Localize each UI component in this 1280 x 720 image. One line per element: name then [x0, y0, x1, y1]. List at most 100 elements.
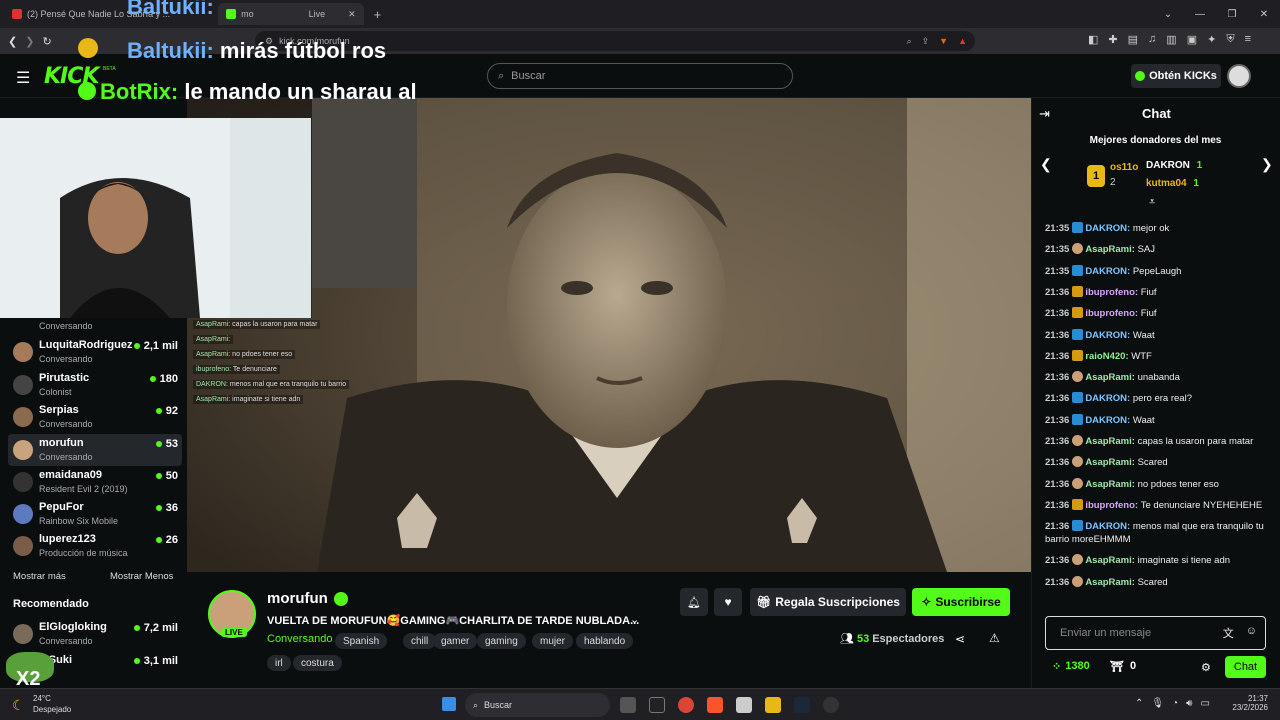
user-avatar[interactable]: [1227, 64, 1251, 88]
volume-icon[interactable]: 🔊︎: [1186, 698, 1192, 709]
chat-message[interactable]: 21:35 DAKRON: mejor ok: [1045, 222, 1270, 235]
stream-category[interactable]: Conversando: [267, 633, 332, 645]
wifi-icon[interactable]: ◔: [1172, 698, 1178, 709]
gift-subs-button[interactable]: 🎁︎ Regala Suscripciones: [750, 588, 906, 616]
tag-gaming[interactable]: gaming: [477, 633, 526, 649]
notification-bell-button[interactable]: 🔔︎: [680, 588, 708, 616]
back-icon[interactable]: ❮: [8, 35, 17, 48]
chat-message[interactable]: 21:36 AsapRami: Scared: [1045, 575, 1270, 589]
chat-message[interactable]: 21:36 DAKRON: Waat: [1045, 413, 1270, 427]
forward-icon[interactable]: ❯: [25, 35, 34, 48]
task-view-icon[interactable]: [620, 697, 636, 713]
store-icon[interactable]: [736, 697, 752, 713]
windows-start-icon[interactable]: [442, 697, 456, 711]
chat-message[interactable]: 21:36 AsapRami: no pdoes tener eso: [1045, 477, 1270, 491]
reload-icon[interactable]: ↻: [42, 35, 51, 48]
chat-input[interactable]: Enviar un mensaje 文 ☺: [1045, 616, 1266, 650]
tag-costura[interactable]: costura: [293, 655, 342, 671]
sidebar-channel-serpias[interactable]: Serpias Conversando 92: [8, 401, 182, 433]
chat-message[interactable]: 21:35 DAKRON: PepeLaugh: [1045, 264, 1270, 278]
send-chat-button[interactable]: Chat: [1225, 656, 1266, 678]
tag-hablando[interactable]: hablando: [576, 633, 634, 649]
new-tab-icon[interactable]: +: [374, 7, 382, 22]
share-icon[interactable]: ⋖: [955, 632, 965, 646]
chevron-up-icon[interactable]: ⌃: [1135, 698, 1143, 709]
tag-spanish[interactable]: Spanish: [335, 633, 388, 649]
brave-icon[interactable]: [707, 697, 723, 713]
extension-icon[interactable]: ◧: [1088, 33, 1098, 46]
puzzle-icon[interactable]: ✚: [1108, 33, 1117, 46]
channel-points[interactable]: ⁘ 1380: [1052, 660, 1090, 673]
chat-message[interactable]: 21:36 ibuprofeno: Fiuf: [1045, 307, 1270, 320]
get-kicks-button[interactable]: Obtén KICKs: [1131, 64, 1221, 88]
steam-icon[interactable]: [794, 697, 810, 713]
close-tab-icon[interactable]: ✕: [348, 9, 356, 20]
tag-chill[interactable]: chill: [403, 633, 437, 649]
leo-icon[interactable]: ✦: [1207, 33, 1216, 46]
tag-mujer[interactable]: mujer: [532, 633, 574, 649]
chat-settings-icon[interactable]: ⚙: [1201, 661, 1211, 674]
vpn-icon[interactable]: ⛨: [1226, 33, 1234, 46]
expand-donors-icon[interactable]: ⩡: [1149, 196, 1155, 209]
donors-prev-icon[interactable]: ❮: [1040, 156, 1052, 173]
show-more-link[interactable]: Mostrar más: [13, 571, 66, 582]
taskbar-clock[interactable]: 21:37 23/2/2026: [1224, 694, 1268, 712]
close-window-icon[interactable]: ✕: [1248, 0, 1280, 28]
expand-chevron-icon[interactable]: ⌄: [630, 613, 639, 626]
chrome-icon[interactable]: [678, 697, 694, 713]
mic-icon[interactable]: 🎙︎: [1151, 698, 1164, 709]
chat-message[interactable]: 21:36 AsapRami: capas la usaron para mata…: [1045, 435, 1270, 448]
brave-shield-icon[interactable]: ▼: [939, 36, 948, 47]
chat-message[interactable]: 21:36 DAKRON: menos mal que era tranquilo…: [1045, 520, 1270, 546]
obs-icon[interactable]: [823, 697, 839, 713]
hamburger-icon[interactable]: ☰: [16, 68, 30, 88]
battery-icon[interactable]: ▭: [1200, 698, 1209, 709]
sidebar-channel-luperez123[interactable]: luperez123 Producción de música 26: [8, 530, 182, 562]
share-icon[interactable]: ⇪: [922, 36, 930, 47]
chat-message[interactable]: 21:36 AsapRami: Scared: [1045, 456, 1270, 469]
sidebar-channel-pirutastic[interactable]: Pirutastic Colonist 180: [8, 369, 182, 401]
sidebar-channel-pepufor[interactable]: PepuFor Rainbow Six Mobile 36: [8, 498, 182, 530]
epic-games-icon[interactable]: [649, 697, 665, 713]
zoom-icon[interactable]: ⌕: [907, 36, 912, 47]
chat-message[interactable]: 21:36 DAKRON: Waat: [1045, 328, 1270, 342]
chat-message[interactable]: 21:36 ibuprofeno: Te denunciare NYEHEHEHE: [1045, 498, 1270, 512]
brave-rewards-icon[interactable]: ▲: [958, 36, 967, 47]
chat-message[interactable]: 21:36 AsapRami: unabanda: [1045, 371, 1270, 384]
music-icon[interactable]: ♫: [1148, 33, 1156, 46]
sidebar-channel-morufun[interactable]: morufun Conversando 53: [8, 434, 182, 466]
menu-icon[interactable]: ≡: [1245, 33, 1251, 46]
tag-gamer[interactable]: gamer: [433, 633, 478, 649]
sidebar-channel-luquitarodriguez[interactable]: LuquitaRodriguez Conversando 2,1 mil: [8, 336, 182, 368]
video-player[interactable]: AsapRami: capas la usaron para matar Asap…: [187, 98, 1031, 572]
emoji-icon[interactable]: ☺: [1246, 625, 1257, 641]
chat-message[interactable]: 21:36 ibuprofeno: Fiuf: [1045, 285, 1270, 299]
sidebar-icon[interactable]: ▤: [1128, 33, 1138, 46]
sidebar-channel-emaidana09[interactable]: emaidana09 Resident Evil 2 (2019) 50: [8, 466, 182, 498]
file-explorer-icon[interactable]: [765, 697, 781, 713]
tab-search-icon[interactable]: ⌄: [1152, 0, 1184, 28]
translate-icon[interactable]: 文: [1223, 625, 1234, 641]
subscribe-button[interactable]: ✧ Suscribirse: [912, 588, 1010, 616]
search-input[interactable]: ⌕ Buscar: [487, 63, 793, 89]
channel-name[interactable]: morufun: [267, 590, 328, 607]
chat-message[interactable]: 21:36 raioN420: WTF: [1045, 349, 1270, 363]
report-icon[interactable]: ⚠: [989, 631, 1000, 645]
chat-message[interactable]: 21:36 AsapRami: imaginate si tiene adn: [1045, 554, 1270, 567]
donors-next-icon[interactable]: ❯: [1261, 156, 1273, 173]
follow-heart-button[interactable]: ♥: [714, 588, 742, 616]
maximize-icon[interactable]: ❐: [1216, 0, 1248, 28]
sidebar-recommended-channel[interactable]: ElGlogloking Conversando 7,2 mil: [8, 618, 182, 650]
browser-tab-active[interactable]: mo Live ✕: [218, 3, 364, 25]
collapse-chat-icon[interactable]: ⇥: [1039, 106, 1050, 122]
show-less-link[interactable]: Mostrar Menos: [110, 571, 173, 582]
minimize-icon[interactable]: —: [1184, 0, 1216, 28]
chat-message[interactable]: 21:35 AsapRami: SAJ: [1045, 243, 1270, 256]
channel-viewers: 7,2 mil: [133, 622, 178, 634]
wallet-icon[interactable]: ▣: [1187, 33, 1197, 46]
chat-message[interactable]: 21:36 DAKRON: pero era real?: [1045, 392, 1270, 405]
taskbar-search[interactable]: ⌕ Buscar: [465, 693, 610, 717]
tag-irl[interactable]: irl: [267, 655, 291, 671]
panel-icon[interactable]: ▥: [1166, 33, 1176, 46]
gifts-count[interactable]: ⛩ 0: [1110, 660, 1136, 673]
